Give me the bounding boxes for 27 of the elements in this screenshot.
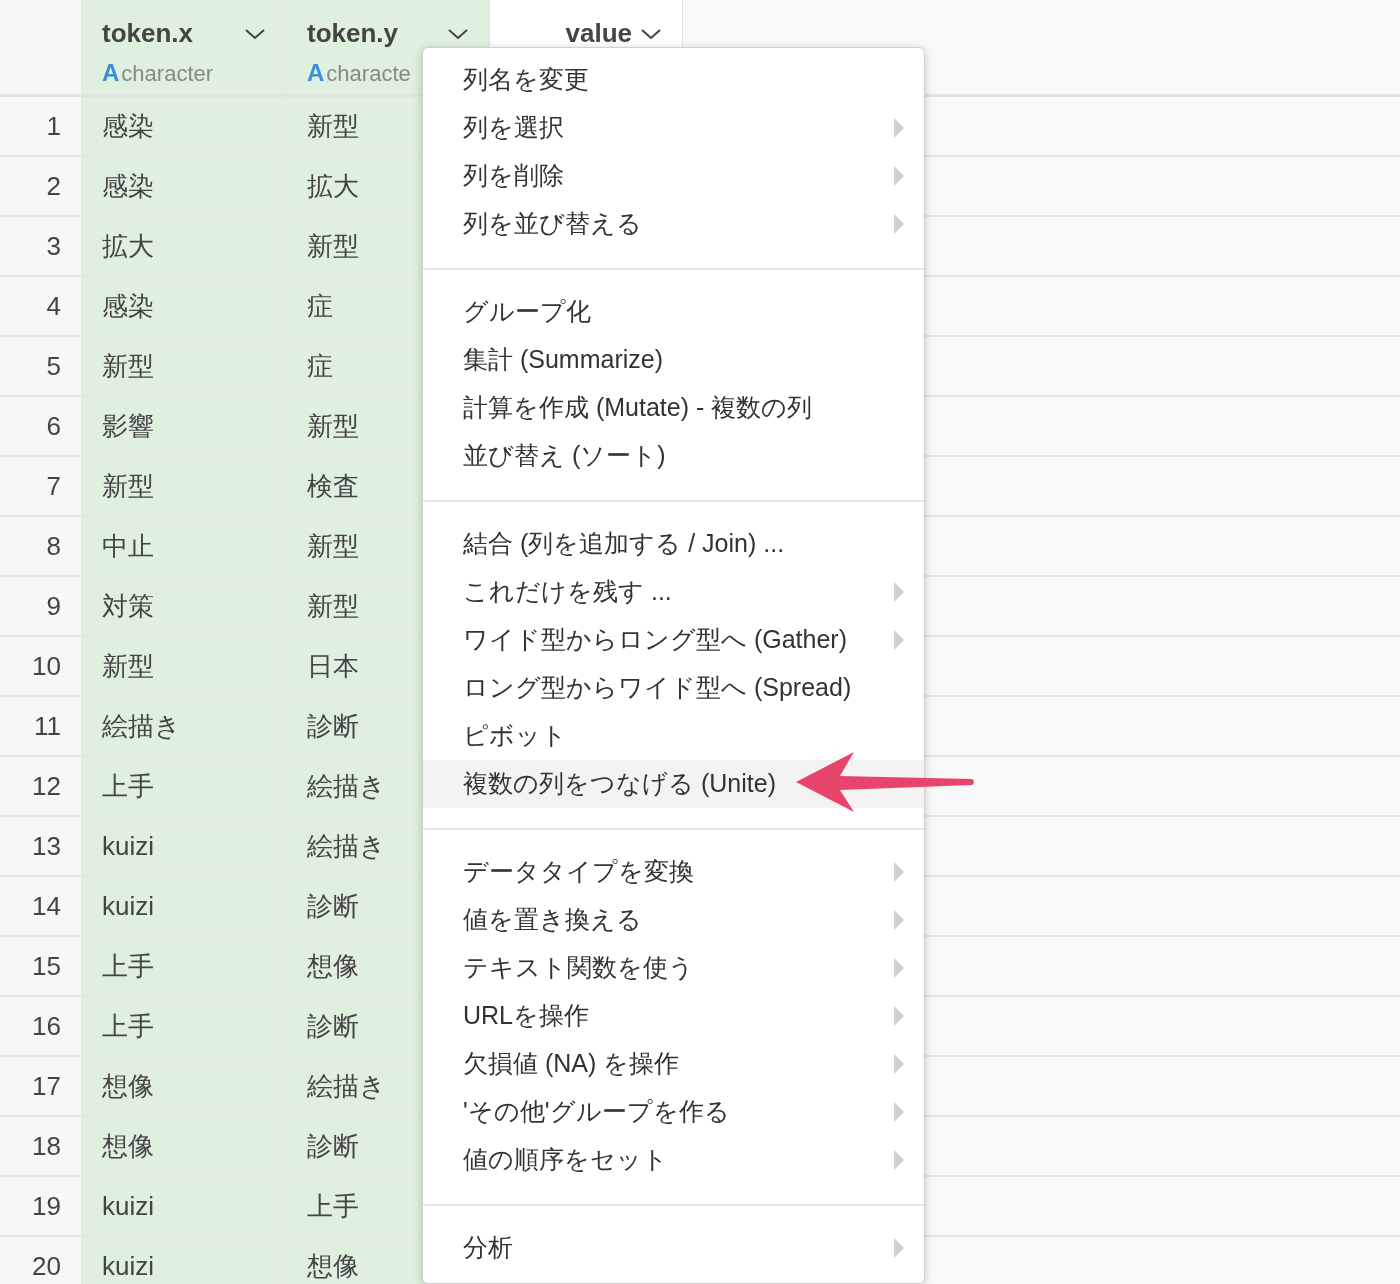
- table-cell: kuizi: [82, 817, 287, 875]
- table-cell: 影響: [82, 397, 287, 455]
- column-name: token.y: [307, 17, 399, 50]
- table-cell: 感染: [82, 97, 287, 155]
- table-cell: 新型: [82, 337, 287, 395]
- table-cell: kuizi: [82, 1177, 287, 1235]
- table-cell: 絵描き: [82, 697, 287, 755]
- table-cell: 拡大: [82, 217, 287, 275]
- table-cell: 想像: [82, 1057, 287, 1115]
- column-name: value: [565, 17, 632, 50]
- column-type: characte: [326, 60, 411, 88]
- table-cell: 感染: [82, 277, 287, 335]
- table-cell: 新型: [82, 637, 287, 695]
- table-cell: 上手: [82, 937, 287, 995]
- table-cell: 中止: [82, 517, 287, 575]
- table-cell: kuizi: [82, 877, 287, 935]
- type-letter: A: [307, 58, 325, 88]
- table-cell: 想像: [82, 1117, 287, 1175]
- table-cell: 感染: [82, 157, 287, 215]
- table-cell: 上手: [82, 997, 287, 1055]
- table-cell: 対策: [82, 577, 287, 635]
- table-cell: 上手: [82, 757, 287, 815]
- column-name: token.x: [102, 17, 194, 50]
- table-cell: kuizi: [82, 1237, 287, 1284]
- column-type: character: [121, 60, 214, 88]
- type-letter: A: [102, 58, 120, 88]
- table-cell: 新型: [82, 457, 287, 515]
